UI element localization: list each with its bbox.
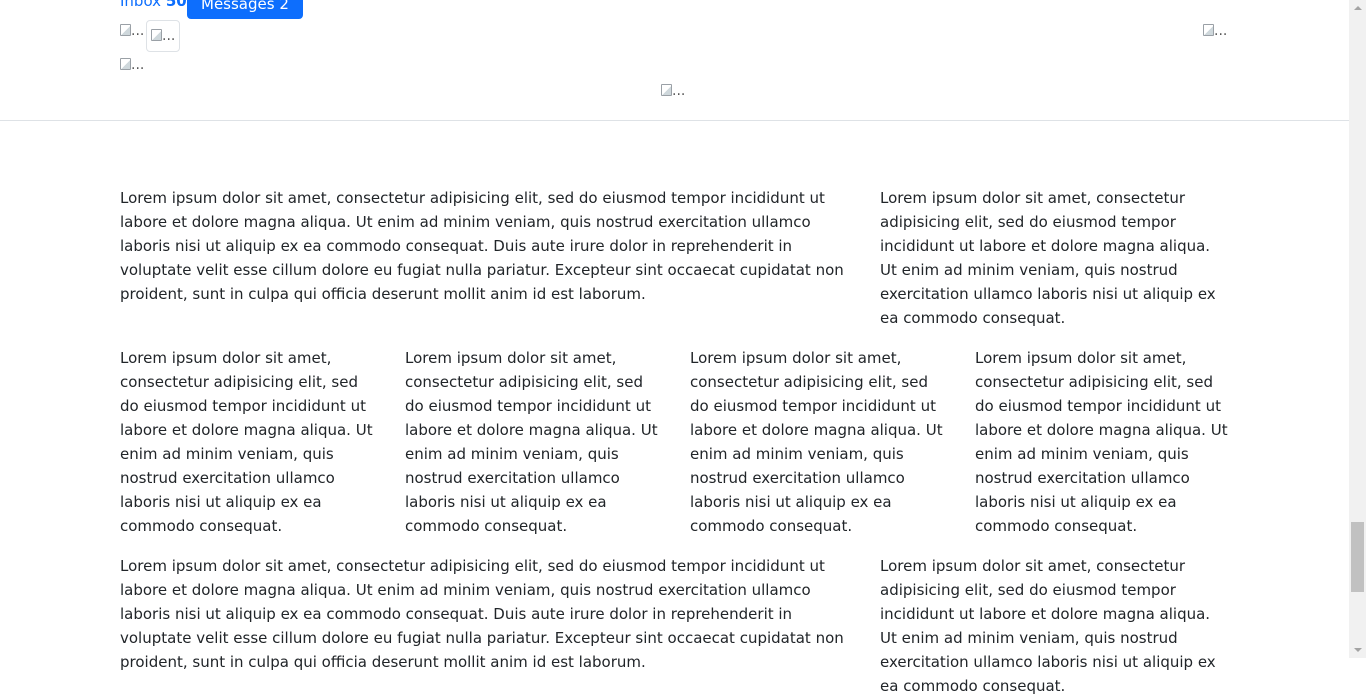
inbox-link[interactable]: Inbox 50 <box>120 0 187 11</box>
thumbnail-image: ... <box>151 27 177 45</box>
paragraph-column-2: Lorem ipsum dolor sit amet, consectetur … <box>405 349 658 535</box>
broken-image-icon <box>120 24 131 36</box>
messages-label: Messages <box>201 0 275 13</box>
paragraph-column-3: Lorem ipsum dolor sit amet, consectetur … <box>690 349 943 535</box>
broken-image-icon <box>1203 24 1214 36</box>
scroll-down-arrow-icon[interactable] <box>1349 641 1366 658</box>
secondary-image: ... <box>120 56 146 74</box>
broken-image-icon <box>151 29 162 41</box>
page-header: Inbox 50 Messages 2 ... ... ... ... ... <box>0 0 1349 121</box>
broken-image-icon <box>120 58 131 70</box>
inbox-label: Inbox <box>120 0 162 10</box>
paragraph-column-4: Lorem ipsum dolor sit amet, consectetur … <box>975 349 1228 535</box>
scroll-up-arrow-icon[interactable] <box>1349 0 1366 17</box>
image-alt-text: ... <box>1214 23 1228 39</box>
avatar-image: ... <box>120 22 146 40</box>
paragraph-narrow: Lorem ipsum dolor sit amet, consectetur … <box>880 557 1216 695</box>
logo-image[interactable]: ... <box>661 82 687 100</box>
image-alt-text: ... <box>672 83 686 99</box>
profile-image[interactable]: ... <box>1203 22 1229 40</box>
thumbnail-button[interactable]: ... <box>146 20 180 52</box>
messages-button[interactable]: Messages 2 <box>187 0 303 19</box>
inbox-count-badge: 50 <box>165 0 187 10</box>
paragraph-column-1: Lorem ipsum dolor sit amet, consectetur … <box>120 349 373 535</box>
scrollbar-thumb[interactable] <box>1351 522 1364 592</box>
messages-count-badge: 2 <box>279 0 289 13</box>
broken-image-icon <box>661 84 672 96</box>
paragraph-wide: Lorem ipsum dolor sit amet, consectetur … <box>120 557 844 671</box>
vertical-scrollbar[interactable] <box>1349 0 1366 658</box>
image-alt-text: ... <box>131 23 145 39</box>
image-alt-text: ... <box>131 57 145 73</box>
paragraph-wide: Lorem ipsum dolor sit amet, consectetur … <box>120 189 844 303</box>
paragraph-narrow: Lorem ipsum dolor sit amet, consectetur … <box>880 189 1216 327</box>
image-alt-text: ... <box>162 28 176 44</box>
